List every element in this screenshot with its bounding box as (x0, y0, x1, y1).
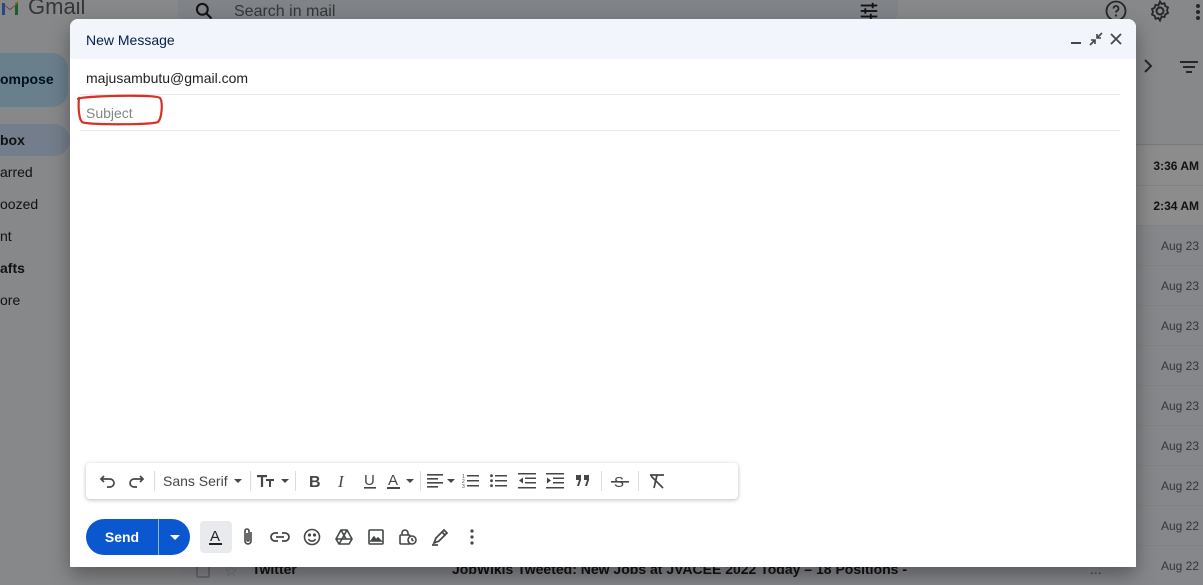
toolbar-divider (419, 471, 421, 491)
toolbar-divider (249, 471, 251, 491)
svg-text:A: A (388, 472, 398, 489)
svg-text:3: 3 (462, 484, 465, 489)
chevron-down-icon (405, 479, 414, 483)
font-family-select[interactable]: Sans Serif (159, 467, 246, 495)
attach-file-icon[interactable] (232, 521, 264, 553)
exit-full-screen-icon[interactable] (1086, 29, 1106, 49)
svg-text:I: I (337, 473, 345, 489)
insert-signature-icon[interactable] (424, 521, 456, 553)
subject-input[interactable] (86, 101, 1106, 125)
toolbar-divider (154, 471, 155, 491)
italic-icon[interactable]: I (328, 467, 356, 495)
insert-drive-icon[interactable] (328, 521, 360, 553)
chevron-down-icon (446, 479, 455, 483)
recipients-field[interactable]: majusambutu@gmail.com (80, 59, 1120, 95)
underline-icon[interactable]: U (356, 467, 384, 495)
chevron-down-icon (233, 479, 242, 483)
text-size-button[interactable] (255, 467, 291, 495)
toolbar-divider (600, 471, 602, 491)
confidential-mode-icon[interactable] (392, 521, 424, 553)
text-color-icon: A (386, 472, 400, 489)
minimize-icon[interactable] (1066, 29, 1086, 49)
redo-icon[interactable] (122, 467, 150, 495)
text-color-button[interactable]: A (384, 467, 416, 495)
compose-header: New Message (70, 19, 1136, 59)
insert-emoji-icon[interactable] (296, 521, 328, 553)
formatting-toolbar: Sans Serif B I U A 123 S (86, 463, 738, 499)
message-body[interactable] (86, 137, 1120, 457)
toolbar-divider (294, 471, 296, 491)
indent-more-icon[interactable] (541, 467, 569, 495)
svg-text:B: B (309, 474, 321, 489)
subject-field[interactable] (76, 94, 1120, 131)
insert-photo-icon[interactable] (360, 521, 392, 553)
bulleted-list-icon[interactable] (485, 467, 513, 495)
formatting-options-icon[interactable]: A (200, 521, 232, 553)
svg-text:A: A (210, 528, 220, 545)
chevron-down-icon (169, 534, 180, 540)
align-button[interactable] (425, 467, 457, 495)
numbered-list-icon[interactable]: 123 (457, 467, 485, 495)
recipient-chip[interactable]: majusambutu@gmail.com (86, 70, 248, 86)
close-icon[interactable] (1106, 29, 1126, 49)
send-button[interactable]: Send (86, 519, 158, 555)
font-family-label: Sans Serif (163, 473, 228, 489)
undo-icon[interactable] (94, 467, 122, 495)
compose-dialog: New Message majusambutu@gmail.com Sans S… (70, 19, 1136, 567)
more-options-icon[interactable] (456, 521, 488, 553)
compose-title: New Message (86, 32, 175, 48)
text-size-icon (256, 475, 274, 487)
bold-icon[interactable]: B (300, 467, 328, 495)
insert-link-icon[interactable] (264, 521, 296, 553)
strikethrough-icon[interactable]: S (606, 467, 634, 495)
remove-formatting-icon[interactable] (643, 467, 671, 495)
indent-less-icon[interactable] (513, 467, 541, 495)
quote-icon[interactable] (569, 467, 597, 495)
compose-actions-bar: Send A (86, 517, 1126, 557)
chevron-down-icon (280, 479, 289, 483)
compose-tools: A (200, 521, 488, 553)
toolbar-divider (637, 471, 639, 491)
svg-text:U: U (364, 472, 375, 489)
schedule-send-button[interactable] (158, 519, 190, 555)
align-left-icon (426, 474, 443, 488)
